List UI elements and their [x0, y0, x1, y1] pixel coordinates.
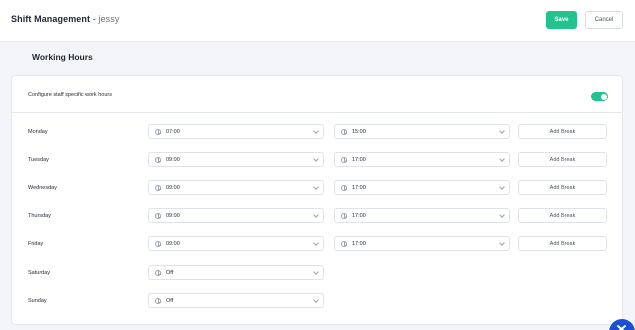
day-label: Tuesday: [28, 157, 49, 163]
add-break-button[interactable]: Add Break: [518, 152, 607, 167]
end-time-select[interactable]: 17:00: [334, 208, 510, 223]
clock-icon: [155, 297, 161, 304]
clock-icon: [341, 184, 347, 191]
chevron-down-icon: [499, 212, 505, 218]
start-time-value: Off: [166, 298, 174, 304]
chevron-down-icon: [313, 128, 319, 134]
clock-icon: [341, 240, 347, 247]
clock-icon: [155, 269, 161, 276]
add-break-button[interactable]: Add Break: [518, 180, 607, 195]
chevron-down-icon: [313, 212, 319, 218]
clock-icon: [155, 128, 161, 135]
chevron-down-icon: [499, 156, 505, 162]
chevron-down-icon: [499, 240, 505, 246]
end-time-select[interactable]: 17:00: [334, 236, 510, 251]
clock-icon: [341, 128, 347, 135]
work-hours-toggle[interactable]: [591, 92, 608, 101]
chevron-down-icon: [499, 184, 505, 190]
day-label: Friday: [28, 241, 44, 247]
clock-icon: [155, 240, 161, 247]
start-time-select[interactable]: Off: [148, 293, 324, 308]
end-time-select[interactable]: 17:00: [334, 152, 510, 167]
start-time-select[interactable]: 09:00: [148, 208, 324, 223]
day-label: Sunday: [28, 298, 47, 304]
working-hours-card: Configure staff specific work hours Mond…: [11, 75, 623, 325]
end-time-value: 17:00: [352, 185, 366, 191]
start-time-select[interactable]: Off: [148, 265, 324, 280]
chevron-down-icon: [313, 269, 319, 275]
end-time-select[interactable]: 15:00: [334, 124, 510, 139]
day-row-monday: Monday 07:00 15:00 Add Break: [12, 124, 622, 142]
cancel-button[interactable]: Cancel: [585, 11, 623, 29]
add-break-button[interactable]: Add Break: [518, 124, 607, 139]
chevron-down-icon: [499, 128, 505, 134]
add-break-button[interactable]: Add Break: [518, 236, 607, 251]
day-row-tuesday: Tuesday 09:00 17:00 Add Break: [12, 152, 622, 170]
day-row-wednesday: Wednesday 09:00 17:00 Add Break: [12, 180, 622, 198]
end-time-select[interactable]: 17:00: [334, 180, 510, 195]
chevron-down-icon: [313, 297, 319, 303]
day-label: Wednesday: [28, 185, 57, 191]
start-time-value: 09:00: [166, 213, 180, 219]
clock-icon: [341, 212, 347, 219]
chevron-down-icon: [313, 184, 319, 190]
start-time-value: 09:00: [166, 185, 180, 191]
day-label: Monday: [28, 129, 48, 135]
clock-icon: [341, 156, 347, 163]
page-title-staff-name: jessy: [98, 14, 120, 24]
toggle-knob: [600, 93, 607, 100]
start-time-select[interactable]: 09:00: [148, 236, 324, 251]
start-time-select[interactable]: 09:00: [148, 180, 324, 195]
end-time-value: 17:00: [352, 241, 366, 247]
day-row-thursday: Thursday 09:00 17:00 Add Break: [12, 208, 622, 226]
day-row-saturday: Saturday Off: [12, 265, 622, 283]
clock-icon: [155, 156, 161, 163]
end-time-value: 15:00: [352, 129, 366, 135]
end-time-value: 17:00: [352, 213, 366, 219]
start-time-value: 07:00: [166, 129, 180, 135]
start-time-value: Off: [166, 270, 174, 276]
add-break-button[interactable]: Add Break: [518, 208, 607, 223]
end-time-value: 17:00: [352, 157, 366, 163]
day-row-sunday: Sunday Off: [12, 293, 622, 311]
section-title: Working Hours: [32, 52, 93, 62]
save-button[interactable]: Save: [546, 11, 577, 29]
start-time-value: 09:00: [166, 157, 180, 163]
start-time-select[interactable]: 09:00: [148, 152, 324, 167]
config-label: Configure staff specific work hours: [28, 92, 112, 98]
chevron-down-icon: [313, 156, 319, 162]
clock-icon: [155, 212, 161, 219]
day-label: Saturday: [28, 270, 51, 276]
page-title-main: Shift Management: [11, 14, 91, 24]
chevron-down-icon: [313, 240, 319, 246]
config-row: Configure staff specific work hours: [12, 76, 622, 113]
clock-icon: [155, 184, 161, 191]
top-bar: Shift Management - jessy Save Cancel: [0, 0, 635, 42]
day-row-friday: Friday 09:00 17:00 Add Break: [12, 236, 622, 254]
start-time-value: 09:00: [166, 241, 180, 247]
start-time-select[interactable]: 07:00: [148, 124, 324, 139]
page-title: Shift Management - jessy: [11, 14, 119, 24]
day-label: Thursday: [28, 213, 51, 219]
